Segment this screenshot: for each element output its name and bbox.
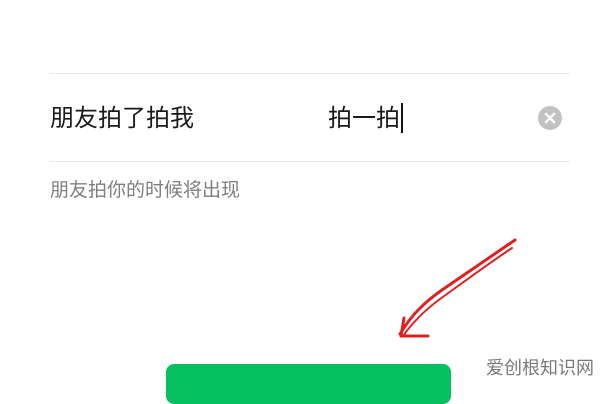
watermark-text: 爱创根知识网 [486,358,594,379]
clear-input-button[interactable] [538,106,562,130]
confirm-button[interactable] [166,364,451,404]
text-caret [401,103,403,133]
pat-text-input[interactable]: 拍一拍 [328,103,403,133]
bottom-divider [50,161,570,162]
row-label: 朋友拍了拍我 [50,104,194,132]
close-circle-icon [544,112,556,124]
hint-text: 朋友拍你的时候将出现 [50,179,241,201]
pat-settings-row: 朋友拍了拍我 拍一拍 [50,74,570,161]
pat-text-value: 拍一拍 [328,104,400,132]
